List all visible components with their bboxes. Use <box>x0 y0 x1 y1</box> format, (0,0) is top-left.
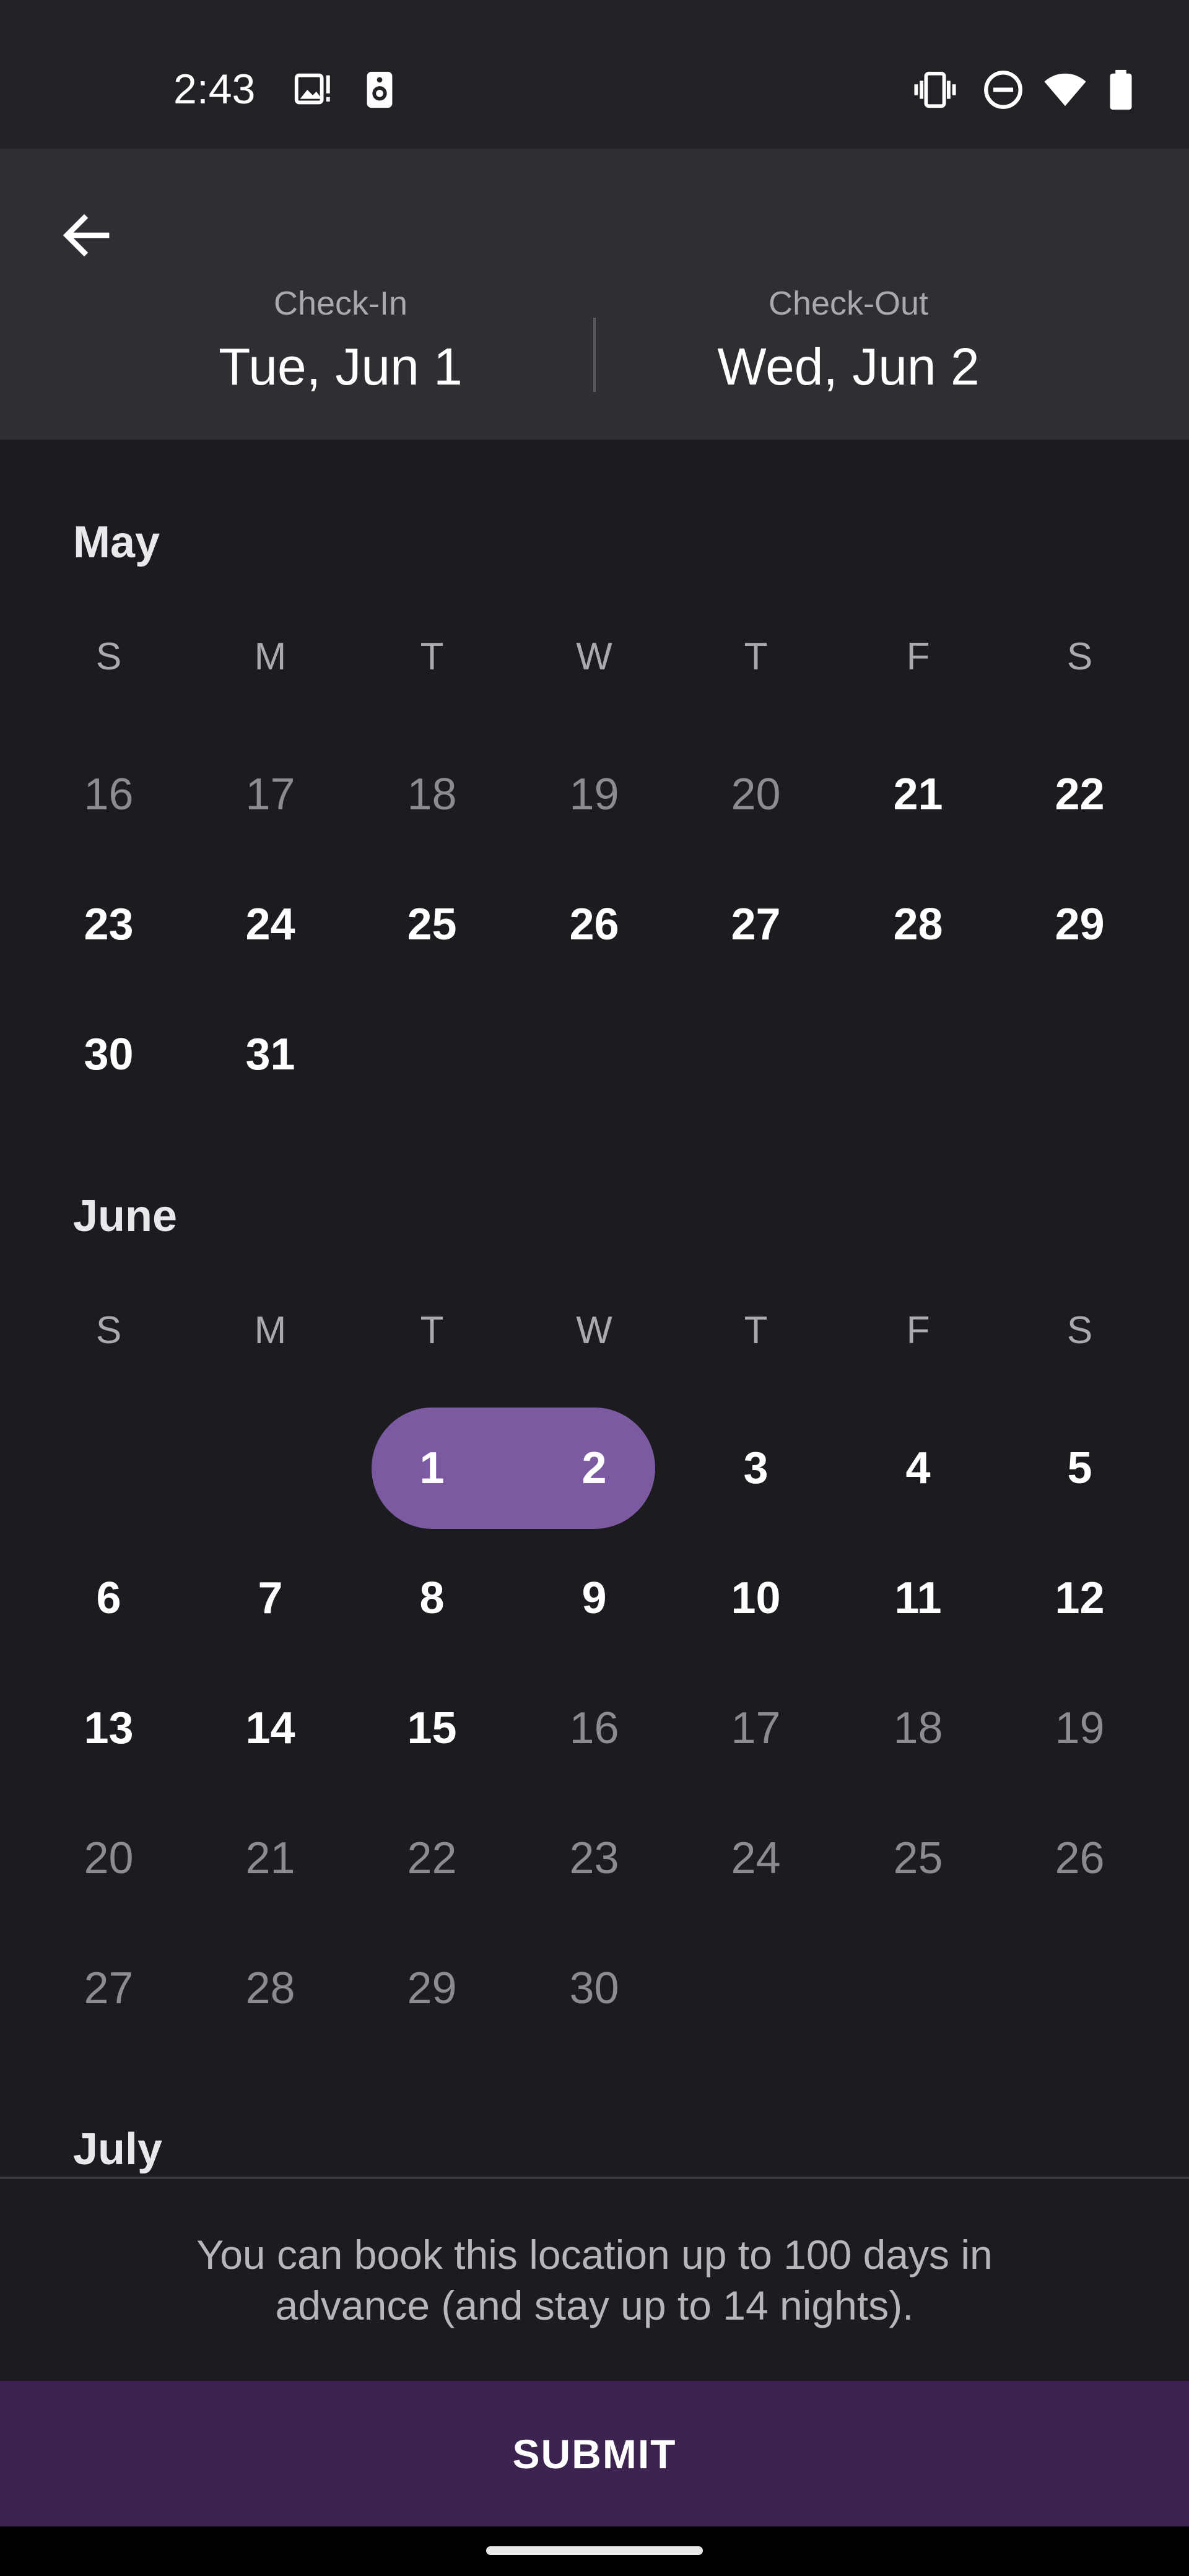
submit-button[interactable]: SUBMIT <box>0 2381 1189 2526</box>
status-time: 2:43 <box>173 66 256 113</box>
day-cell: 26 <box>1055 1834 1105 1883</box>
day-cell: 21 <box>245 1834 295 1883</box>
arrow-left-icon <box>63 214 110 257</box>
week-row: 13 14 15 16 17 18 19 <box>0 1666 1189 1790</box>
check-out-label: Check-Out <box>768 285 929 322</box>
day-cell[interactable]: 6 <box>28 1536 189 1660</box>
back-button[interactable] <box>43 192 130 279</box>
day-cell[interactable]: 28 <box>837 863 999 986</box>
day-cell[interactable]: 12 <box>999 1536 1161 1660</box>
day-cell[interactable]: 3 <box>675 1406 837 1530</box>
day-cell: 16 <box>84 770 134 819</box>
weekday-label: S <box>95 635 122 678</box>
speaker-icon <box>367 71 393 108</box>
day-cell[interactable]: 13 <box>28 1666 189 1790</box>
day-cell-selected[interactable]: 1 <box>351 1406 513 1530</box>
day-cell[interactable]: 14 <box>189 1666 351 1790</box>
week-row: 30 31 <box>0 993 1189 1116</box>
day-cell: 19 <box>1055 1704 1105 1753</box>
weekday-label: S <box>1066 635 1093 678</box>
day-cell: 20 <box>84 1834 134 1883</box>
day-cell[interactable]: 21 <box>837 733 999 856</box>
day-cell[interactable]: 5 <box>999 1406 1161 1530</box>
month-title-july: July <box>73 2125 163 2174</box>
day-cell[interactable]: 22 <box>999 733 1161 856</box>
week-row: 6 7 8 9 10 11 12 <box>0 1536 1189 1660</box>
booking-info-text: You can book this location up to 100 day… <box>196 2232 993 2328</box>
home-indicator[interactable] <box>486 2546 703 2555</box>
month-title-may: May <box>73 518 160 567</box>
week-row: 16 17 18 19 20 21 22 <box>0 733 1189 856</box>
day-cell: 16 <box>569 1704 619 1753</box>
weekday-header-row: SMTWTFS <box>0 594 1189 718</box>
weekday-label: T <box>744 635 768 678</box>
day-cell[interactable]: 7 <box>189 1536 351 1660</box>
month-title-june: June <box>73 1191 178 1241</box>
check-out-field[interactable]: Check-Out Wed, Jun 2 <box>601 282 1096 401</box>
day-cell[interactable]: 10 <box>675 1536 837 1660</box>
check-in-label: Check-In <box>273 285 408 322</box>
week-row: 23 24 25 26 27 28 29 <box>0 863 1189 986</box>
weekday-label: M <box>254 635 287 678</box>
do-not-disturb-icon <box>984 71 1022 109</box>
day-cell: 19 <box>569 770 619 819</box>
weekday-label: T <box>744 1308 768 1352</box>
day-cell[interactable]: 4 <box>837 1406 999 1530</box>
day-cell: 17 <box>731 1704 781 1753</box>
day-cell[interactable]: 26 <box>513 863 675 986</box>
weekday-label: T <box>420 635 444 678</box>
wifi-icon <box>1044 73 1086 107</box>
weekday-label: M <box>254 1308 287 1352</box>
week-row: 20 21 22 23 24 25 26 <box>0 1796 1189 1920</box>
day-cell[interactable]: 8 <box>351 1536 513 1660</box>
week-row: 27 28 29 30 <box>0 1926 1189 2050</box>
weekday-label: S <box>95 1308 122 1352</box>
status-bar: 2:43 <box>0 0 1189 149</box>
day-cell: 27 <box>84 1964 134 2013</box>
weekday-label: W <box>576 635 612 678</box>
day-cell: 25 <box>893 1834 943 1883</box>
check-out-value: Wed, Jun 2 <box>717 337 980 396</box>
day-cell[interactable]: 11 <box>837 1536 999 1660</box>
day-cell: 20 <box>731 770 781 819</box>
day-cell[interactable]: 30 <box>28 993 189 1116</box>
vibrate-icon <box>914 71 956 108</box>
day-cell: 30 <box>569 1964 619 2013</box>
day-cell: 22 <box>407 1834 457 1883</box>
day-cell[interactable]: 23 <box>28 863 189 986</box>
day-cell[interactable]: 27 <box>675 863 837 986</box>
navigation-bar <box>0 2526 1189 2576</box>
booking-info: You can book this location up to 100 day… <box>0 2177 1189 2381</box>
day-cell: 23 <box>569 1834 619 1883</box>
check-in-value: Tue, Jun 1 <box>219 337 463 396</box>
day-cell[interactable]: 31 <box>189 993 351 1116</box>
header-divider <box>593 318 596 392</box>
day-cell: 18 <box>407 770 457 819</box>
day-cell: 18 <box>893 1704 943 1753</box>
day-cell[interactable]: 15 <box>351 1666 513 1790</box>
image-alert-icon <box>294 73 330 105</box>
day-cell: 28 <box>245 1964 295 2013</box>
date-range-header: Check-In Tue, Jun 1 Check-Out Wed, Jun 2 <box>0 149 1189 440</box>
day-cell: 24 <box>731 1834 781 1883</box>
weekday-label: S <box>1066 1308 1093 1352</box>
weekday-label: F <box>906 1308 930 1352</box>
day-cell: 29 <box>407 1964 457 2013</box>
check-in-field[interactable]: Check-In Tue, Jun 1 <box>93 282 588 401</box>
week-row: 12345 <box>0 1406 1189 1530</box>
day-cell[interactable]: 24 <box>189 863 351 986</box>
day-cell[interactable]: 29 <box>999 863 1161 986</box>
weekday-label: F <box>906 635 930 678</box>
battery-icon <box>1110 69 1132 110</box>
day-cell-selected[interactable]: 2 <box>513 1406 675 1530</box>
weekday-header-row: SMTWTFS <box>0 1268 1189 1392</box>
day-cell: 17 <box>245 770 295 819</box>
day-cell[interactable]: 9 <box>513 1536 675 1660</box>
calendar-scroll[interactable]: May S M T W T F S 16 17 18 19 20 21 22 23 24 25 26 27 28 29 30… <box>0 440 1189 2177</box>
weekday-label: W <box>576 1308 612 1352</box>
weekday-label: T <box>420 1308 444 1352</box>
day-cell[interactable]: 25 <box>351 863 513 986</box>
